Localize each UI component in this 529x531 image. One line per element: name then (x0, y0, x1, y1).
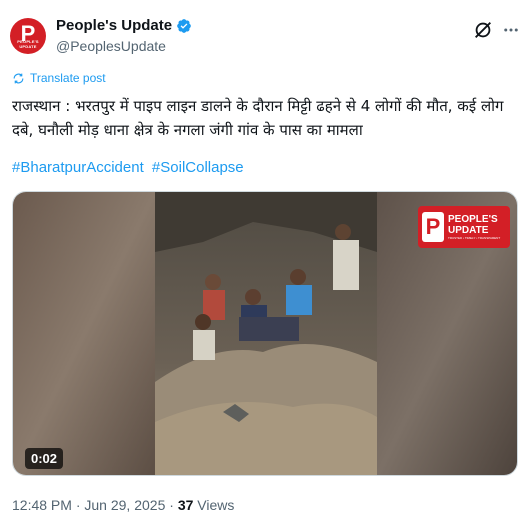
translate-post-link[interactable]: Translate post (12, 71, 106, 85)
watermark-letter: P (422, 212, 444, 242)
post-date[interactable]: Jun 29, 2025 (84, 497, 165, 513)
author-name-row[interactable]: People's Update (56, 17, 192, 34)
verified-badge-icon (177, 18, 191, 33)
watermark-logo: P PEOPLE'S UPDATE TRUSTED • TIMELY • TRA… (418, 206, 510, 248)
translate-icon (13, 73, 24, 83)
avatar[interactable]: P PEOPLE'S UPDATE (10, 18, 46, 54)
hashtag-bharatpur-accident[interactable]: #BharatpurAccident (12, 159, 144, 176)
post-time[interactable]: 12:48 PM (12, 497, 72, 513)
author-handle[interactable]: @PeoplesUpdate (56, 38, 166, 54)
ellipsis-icon (504, 28, 518, 32)
post-text: राजस्थान : भरतपुर में पाइप लाइन डालने के… (12, 97, 504, 139)
hashtags: #BharatpurAccident #SoilCollapse (12, 159, 248, 176)
hashtag-soil-collapse[interactable]: #SoilCollapse (152, 159, 244, 176)
video-player[interactable]: P PEOPLE'S UPDATE TRUSTED • TIMELY • TRA… (12, 191, 518, 476)
views-count: 37 (177, 497, 194, 513)
views-label: Views (197, 497, 235, 513)
meta-separator: · (75, 497, 81, 513)
translate-label[interactable]: Translate post (30, 71, 106, 85)
watermark-line1: PEOPLE'S (448, 214, 498, 225)
avatar-tagline: PEOPLE'S UPDATE (17, 39, 39, 49)
watermark-tagline: TRUSTED • TIMELY • TRANSPARENT (448, 236, 501, 240)
author-name[interactable]: People's Update (56, 17, 172, 34)
video-duration: 0:02 (25, 448, 64, 469)
watermark-line2: UPDATE (448, 225, 489, 236)
meta-separator-2: · (169, 497, 174, 513)
post-meta: 12:48 PM · Jun 29, 2025 · 37 Views (12, 497, 234, 513)
grok-icon[interactable] (472, 19, 494, 41)
post-header: P PEOPLE'S UPDATE People's Update @Peopl… (0, 0, 529, 64)
more-icon[interactable] (500, 19, 522, 41)
